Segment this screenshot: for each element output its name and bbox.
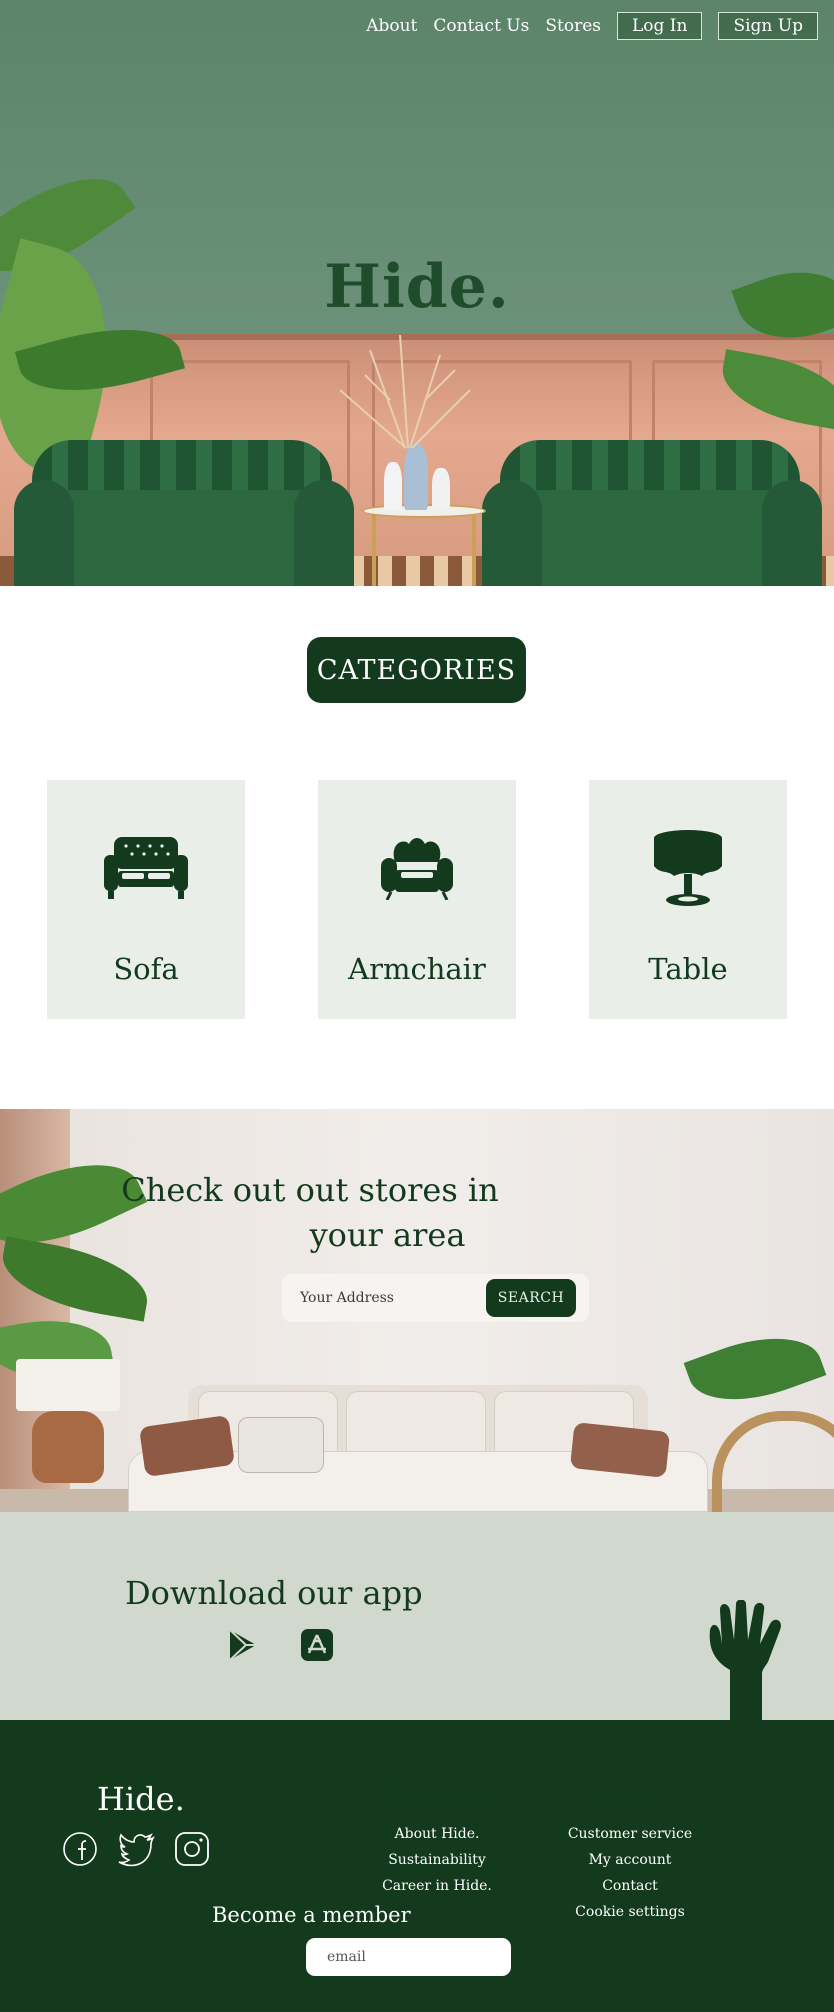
footer-brand-logo: Hide. — [97, 1780, 185, 1818]
footer-help-column: Help Customer service My account Contact… — [560, 1786, 700, 1925]
footer-help-title: Help — [603, 1786, 657, 1811]
vase — [384, 462, 402, 510]
google-play-icon[interactable] — [226, 1628, 260, 1662]
footer-link-contact[interactable]: Contact — [560, 1873, 700, 1899]
login-button[interactable]: Log In — [616, 12, 703, 40]
pillow — [569, 1422, 671, 1478]
footer-link-sustainability[interactable]: Sustainability — [372, 1847, 502, 1873]
address-input[interactable] — [300, 1284, 480, 1312]
sofa-icon — [101, 828, 191, 908]
footer-link-my-account[interactable]: My account — [560, 1847, 700, 1873]
category-card-table[interactable]: Table — [589, 780, 787, 1019]
footer-link-customer-service[interactable]: Customer service — [560, 1821, 700, 1847]
green-armchair-right — [482, 440, 822, 586]
category-label: Table — [648, 952, 728, 986]
vase — [404, 444, 428, 510]
hero-brand-logo: Hide. — [324, 252, 510, 322]
category-label: Armchair — [348, 952, 486, 986]
green-armchair-left — [14, 440, 354, 586]
app-store-icon[interactable] — [300, 1628, 334, 1662]
vase — [432, 468, 450, 510]
nav-contact-us[interactable]: Contact Us — [433, 16, 529, 36]
stores-heading: Check out out stores in your area — [0, 1168, 620, 1258]
nav-stores[interactable]: Stores — [545, 16, 601, 36]
signup-button[interactable]: Sign Up — [718, 12, 818, 40]
nav-about[interactable]: About — [366, 16, 417, 36]
category-card-sofa[interactable]: Sofa — [47, 780, 245, 1019]
footer-link-about[interactable]: About Hide. — [372, 1821, 502, 1847]
stores-heading-line1: Check out out stores in — [121, 1171, 499, 1209]
footer-company-title: Company — [384, 1786, 490, 1811]
address-search-box: SEARCH — [282, 1274, 589, 1322]
categories-heading: CATEGORIES — [307, 637, 526, 703]
download-app-heading: Download our app — [125, 1574, 423, 1612]
hero-side-table — [362, 504, 486, 586]
category-card-armchair[interactable]: Armchair — [318, 780, 516, 1019]
search-button[interactable]: SEARCH — [486, 1279, 576, 1317]
lamp-shade — [16, 1359, 120, 1411]
stores-heading-line2: your area — [309, 1216, 466, 1254]
hero-banner: About Contact Us Stores Log In Sign Up H… — [0, 0, 834, 586]
armchair-icon — [372, 828, 462, 908]
hand-illustration — [706, 1599, 790, 1720]
footer-company-column: Company About Hide. Sustainability Caree… — [372, 1786, 502, 1899]
footer-link-cookie-settings[interactable]: Cookie settings — [560, 1899, 700, 1925]
rattan-chair — [712, 1411, 834, 1512]
email-field[interactable] — [306, 1938, 511, 1976]
lamp-base — [32, 1411, 104, 1483]
footer-link-career[interactable]: Career in Hide. — [372, 1873, 502, 1899]
pillow — [238, 1417, 324, 1473]
category-label: Sofa — [113, 952, 179, 986]
dried-branches — [339, 334, 471, 449]
twitter-icon[interactable] — [117, 1830, 157, 1868]
become-member-heading: Become a member — [212, 1903, 411, 1927]
facebook-icon[interactable] — [61, 1830, 99, 1868]
top-nav: About Contact Us Stores Log In Sign Up — [366, 12, 818, 40]
instagram-icon[interactable] — [173, 1830, 211, 1868]
table-icon — [643, 828, 733, 908]
